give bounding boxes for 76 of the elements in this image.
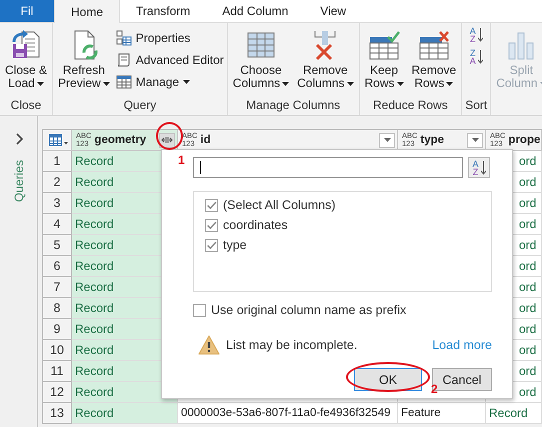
row-number: 11	[43, 361, 72, 382]
ribbon-button[interactable]: Advanced Editor	[116, 50, 224, 69]
down-arrow-icon	[478, 50, 483, 64]
checkbox[interactable]	[205, 238, 218, 252]
pane-title: Queries	[12, 160, 26, 202]
option-label: type	[223, 238, 247, 252]
ribbon-tab[interactable]: View	[304, 0, 362, 22]
ribbon-button[interactable]: Remove Columns	[295, 27, 356, 98]
checkbox[interactable]	[205, 218, 218, 232]
ribbon-button[interactable]: Choose Columns	[230, 27, 292, 98]
column-name: prope	[508, 134, 541, 146]
search-field[interactable]	[193, 157, 463, 178]
row-number: 3	[43, 193, 72, 214]
file-tab[interactable]: Fil	[0, 0, 54, 22]
table-cell: 0000003e-53a6-807f-11a0-fe4936f32549	[181, 407, 391, 419]
step-number: 1	[178, 153, 185, 167]
down-arrow-icon	[480, 160, 486, 174]
record-link[interactable]: Record	[489, 406, 528, 420]
sort-button[interactable]: A Z	[470, 27, 483, 43]
row-number: 6	[43, 256, 72, 277]
ribbon-button[interactable]: Remove Rows	[410, 27, 458, 98]
down-arrow-icon	[478, 28, 483, 42]
highlight-circle	[156, 122, 183, 150]
row-number: 12	[43, 382, 72, 403]
remove-rows-icon	[418, 29, 450, 61]
group-label: Query	[124, 98, 156, 114]
ribbon-tab[interactable]: Transform	[120, 0, 206, 22]
row-number: 13	[43, 403, 72, 424]
caret-icon	[384, 138, 390, 142]
row-number: 9	[43, 319, 72, 340]
table-menu-button[interactable]	[43, 130, 72, 151]
expand-button[interactable]	[159, 132, 175, 148]
ribbon-button[interactable]: Properties	[116, 28, 224, 47]
sort-button[interactable]: Z A	[470, 49, 483, 65]
column-name: id	[200, 134, 212, 146]
option-label: coordinates	[223, 218, 288, 232]
ribbon-button[interactable]: Refresh Preview	[56, 27, 112, 98]
chevron-icon[interactable]	[14, 133, 22, 145]
group-label: Manage Columns	[246, 98, 340, 114]
scroll-icon	[116, 52, 132, 68]
warning-text: List may be incomplete.	[226, 338, 358, 352]
ribbon-button[interactable]: Manage	[116, 72, 224, 91]
ribbon-tab[interactable]: Home	[54, 0, 120, 23]
row-number: 1	[43, 151, 72, 172]
group-label: Close	[10, 98, 42, 114]
option-label: Use original column name as prefix	[211, 303, 406, 317]
row-number: 8	[43, 298, 72, 319]
column-name: type	[420, 134, 446, 146]
group-label: Reduce Rows	[373, 98, 448, 114]
filter-button[interactable]	[467, 132, 483, 148]
warning-icon	[198, 335, 220, 355]
row-number: 5	[43, 235, 72, 256]
sort-button[interactable]: A Z	[468, 157, 490, 178]
caret-icon	[472, 138, 478, 142]
row-number: 10	[43, 340, 72, 361]
option-label: (Select All Columns)	[223, 198, 336, 212]
checkbox[interactable]	[193, 304, 206, 316]
ok-button[interactable]: OK	[354, 368, 422, 391]
keep-rows-icon	[368, 29, 400, 61]
row-number: 4	[43, 214, 72, 235]
row-number: 7	[43, 277, 72, 298]
column-name: geometry	[94, 134, 148, 146]
table-icon	[116, 74, 132, 90]
properties-icon	[116, 30, 132, 46]
save-and-load-icon	[10, 29, 42, 61]
row-number: 2	[43, 172, 72, 193]
group-label: Sort	[465, 98, 488, 114]
table-icon	[49, 134, 69, 146]
load-more-link[interactable]: Load more	[432, 338, 492, 352]
filter-button[interactable]	[379, 132, 395, 148]
expand-arrows-icon	[161, 136, 173, 144]
ribbon-tab[interactable]: Add Column	[206, 0, 304, 22]
table-cell: Feature	[401, 407, 441, 419]
ribbon-button[interactable]: Close & Load	[3, 27, 50, 98]
checkbox[interactable]	[205, 198, 218, 212]
ribbon-button[interactable]: Keep Rows	[362, 27, 406, 98]
